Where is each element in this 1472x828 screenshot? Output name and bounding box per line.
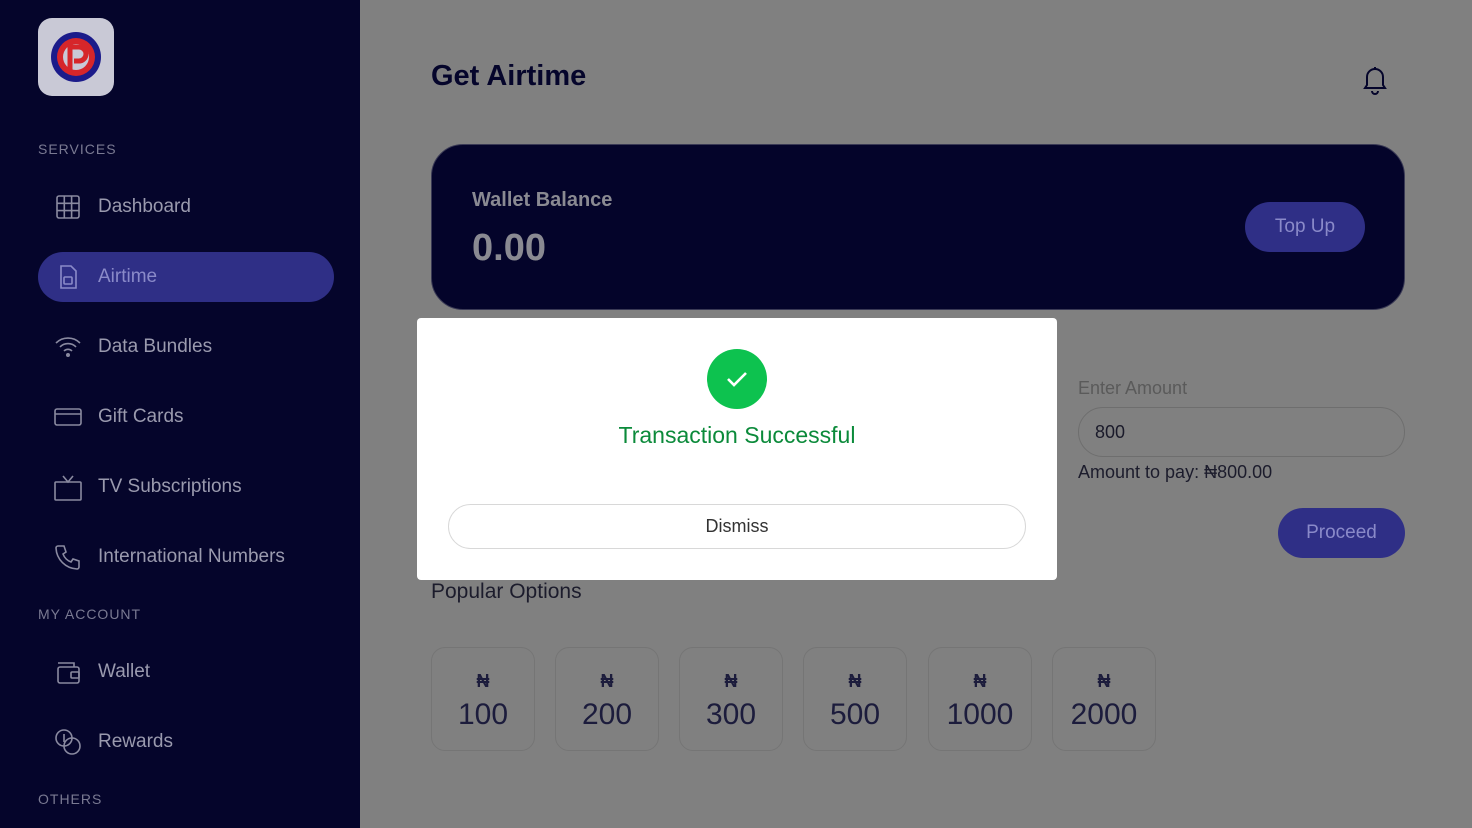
currency-symbol: ₦: [724, 670, 738, 691]
section-label-others: OTHERS: [38, 791, 103, 807]
app-logo[interactable]: [38, 18, 114, 96]
amount-input[interactable]: [1078, 407, 1405, 457]
currency-symbol: ₦: [476, 670, 490, 691]
phone-icon: [53, 542, 83, 572]
sidebar-item-dashboard[interactable]: Dashboard: [38, 182, 334, 232]
sidebar: SERVICES Dashboard Airtime Data Bundles …: [0, 0, 360, 828]
popular-option[interactable]: ₦ 100: [431, 647, 535, 751]
sidebar-item-data-bundles[interactable]: Data Bundles: [38, 322, 334, 372]
currency-symbol: ₦: [600, 670, 614, 691]
wallet-card: Wallet Balance 0.00 Top Up: [431, 144, 1405, 310]
amount-to-pay: Amount to pay: ₦800.00: [1078, 462, 1273, 482]
page-title: Get Airtime: [431, 60, 587, 92]
grid-icon: [53, 192, 83, 222]
coins-icon: [53, 727, 83, 757]
sim-card-icon: [53, 262, 83, 292]
sidebar-item-tv-subscriptions[interactable]: TV Subscriptions: [38, 462, 334, 512]
option-value: 1000: [946, 697, 1014, 731]
sidebar-item-label: Airtime: [98, 266, 158, 287]
popular-option[interactable]: ₦ 500: [803, 647, 907, 751]
sidebar-item-label: Gift Cards: [98, 406, 184, 427]
option-value: 200: [581, 697, 633, 731]
option-value: 100: [457, 697, 509, 731]
sidebar-item-label: Data Bundles: [98, 336, 213, 357]
popular-options-title: Popular Options: [431, 580, 582, 603]
wifi-icon: [53, 332, 83, 362]
sidebar-item-airtime[interactable]: Airtime: [38, 252, 334, 302]
section-label-services: SERVICES: [38, 141, 117, 157]
sidebar-item-gift-cards[interactable]: Gift Cards: [38, 392, 334, 442]
popular-option[interactable]: ₦ 2000: [1052, 647, 1156, 751]
popular-option[interactable]: ₦ 300: [679, 647, 783, 751]
currency-symbol: ₦: [848, 670, 862, 691]
success-badge: [707, 349, 767, 409]
proceed-button[interactable]: Proceed: [1278, 508, 1405, 558]
sidebar-item-label: Rewards: [98, 731, 173, 752]
popular-option[interactable]: ₦ 1000: [928, 647, 1032, 751]
option-value: 500: [829, 697, 881, 731]
logo-icon: [51, 32, 101, 82]
sidebar-item-wallet[interactable]: Wallet: [38, 647, 334, 697]
option-value: 300: [705, 697, 757, 731]
sidebar-item-label: International Numbers: [98, 546, 285, 567]
wallet-balance: 0.00: [472, 227, 546, 269]
currency-symbol: ₦: [973, 670, 987, 691]
currency-symbol: ₦: [1097, 670, 1111, 691]
tv-icon: [53, 472, 83, 502]
wallet-label: Wallet Balance: [472, 189, 613, 211]
sidebar-item-rewards[interactable]: Rewards: [38, 717, 334, 767]
option-value: 2000: [1070, 697, 1138, 731]
amount-label: Enter Amount: [1078, 378, 1188, 398]
sidebar-item-international-numbers[interactable]: International Numbers: [38, 532, 334, 582]
sidebar-item-label: Wallet: [98, 661, 151, 682]
modal-title: Transaction Successful: [618, 422, 856, 448]
sidebar-item-label: Dashboard: [98, 196, 191, 217]
sidebar-item-label: TV Subscriptions: [98, 476, 242, 497]
bell-icon[interactable]: [1358, 62, 1392, 96]
check-icon: [727, 372, 747, 387]
section-label-my-account: MY ACCOUNT: [38, 606, 142, 622]
wallet-icon: [53, 657, 83, 687]
popular-option[interactable]: ₦ 200: [555, 647, 659, 751]
dismiss-button[interactable]: Dismiss: [448, 504, 1026, 549]
top-up-button[interactable]: Top Up: [1245, 202, 1365, 252]
success-modal: Transaction Successful Dismiss: [417, 318, 1057, 580]
card-icon: [53, 402, 83, 432]
